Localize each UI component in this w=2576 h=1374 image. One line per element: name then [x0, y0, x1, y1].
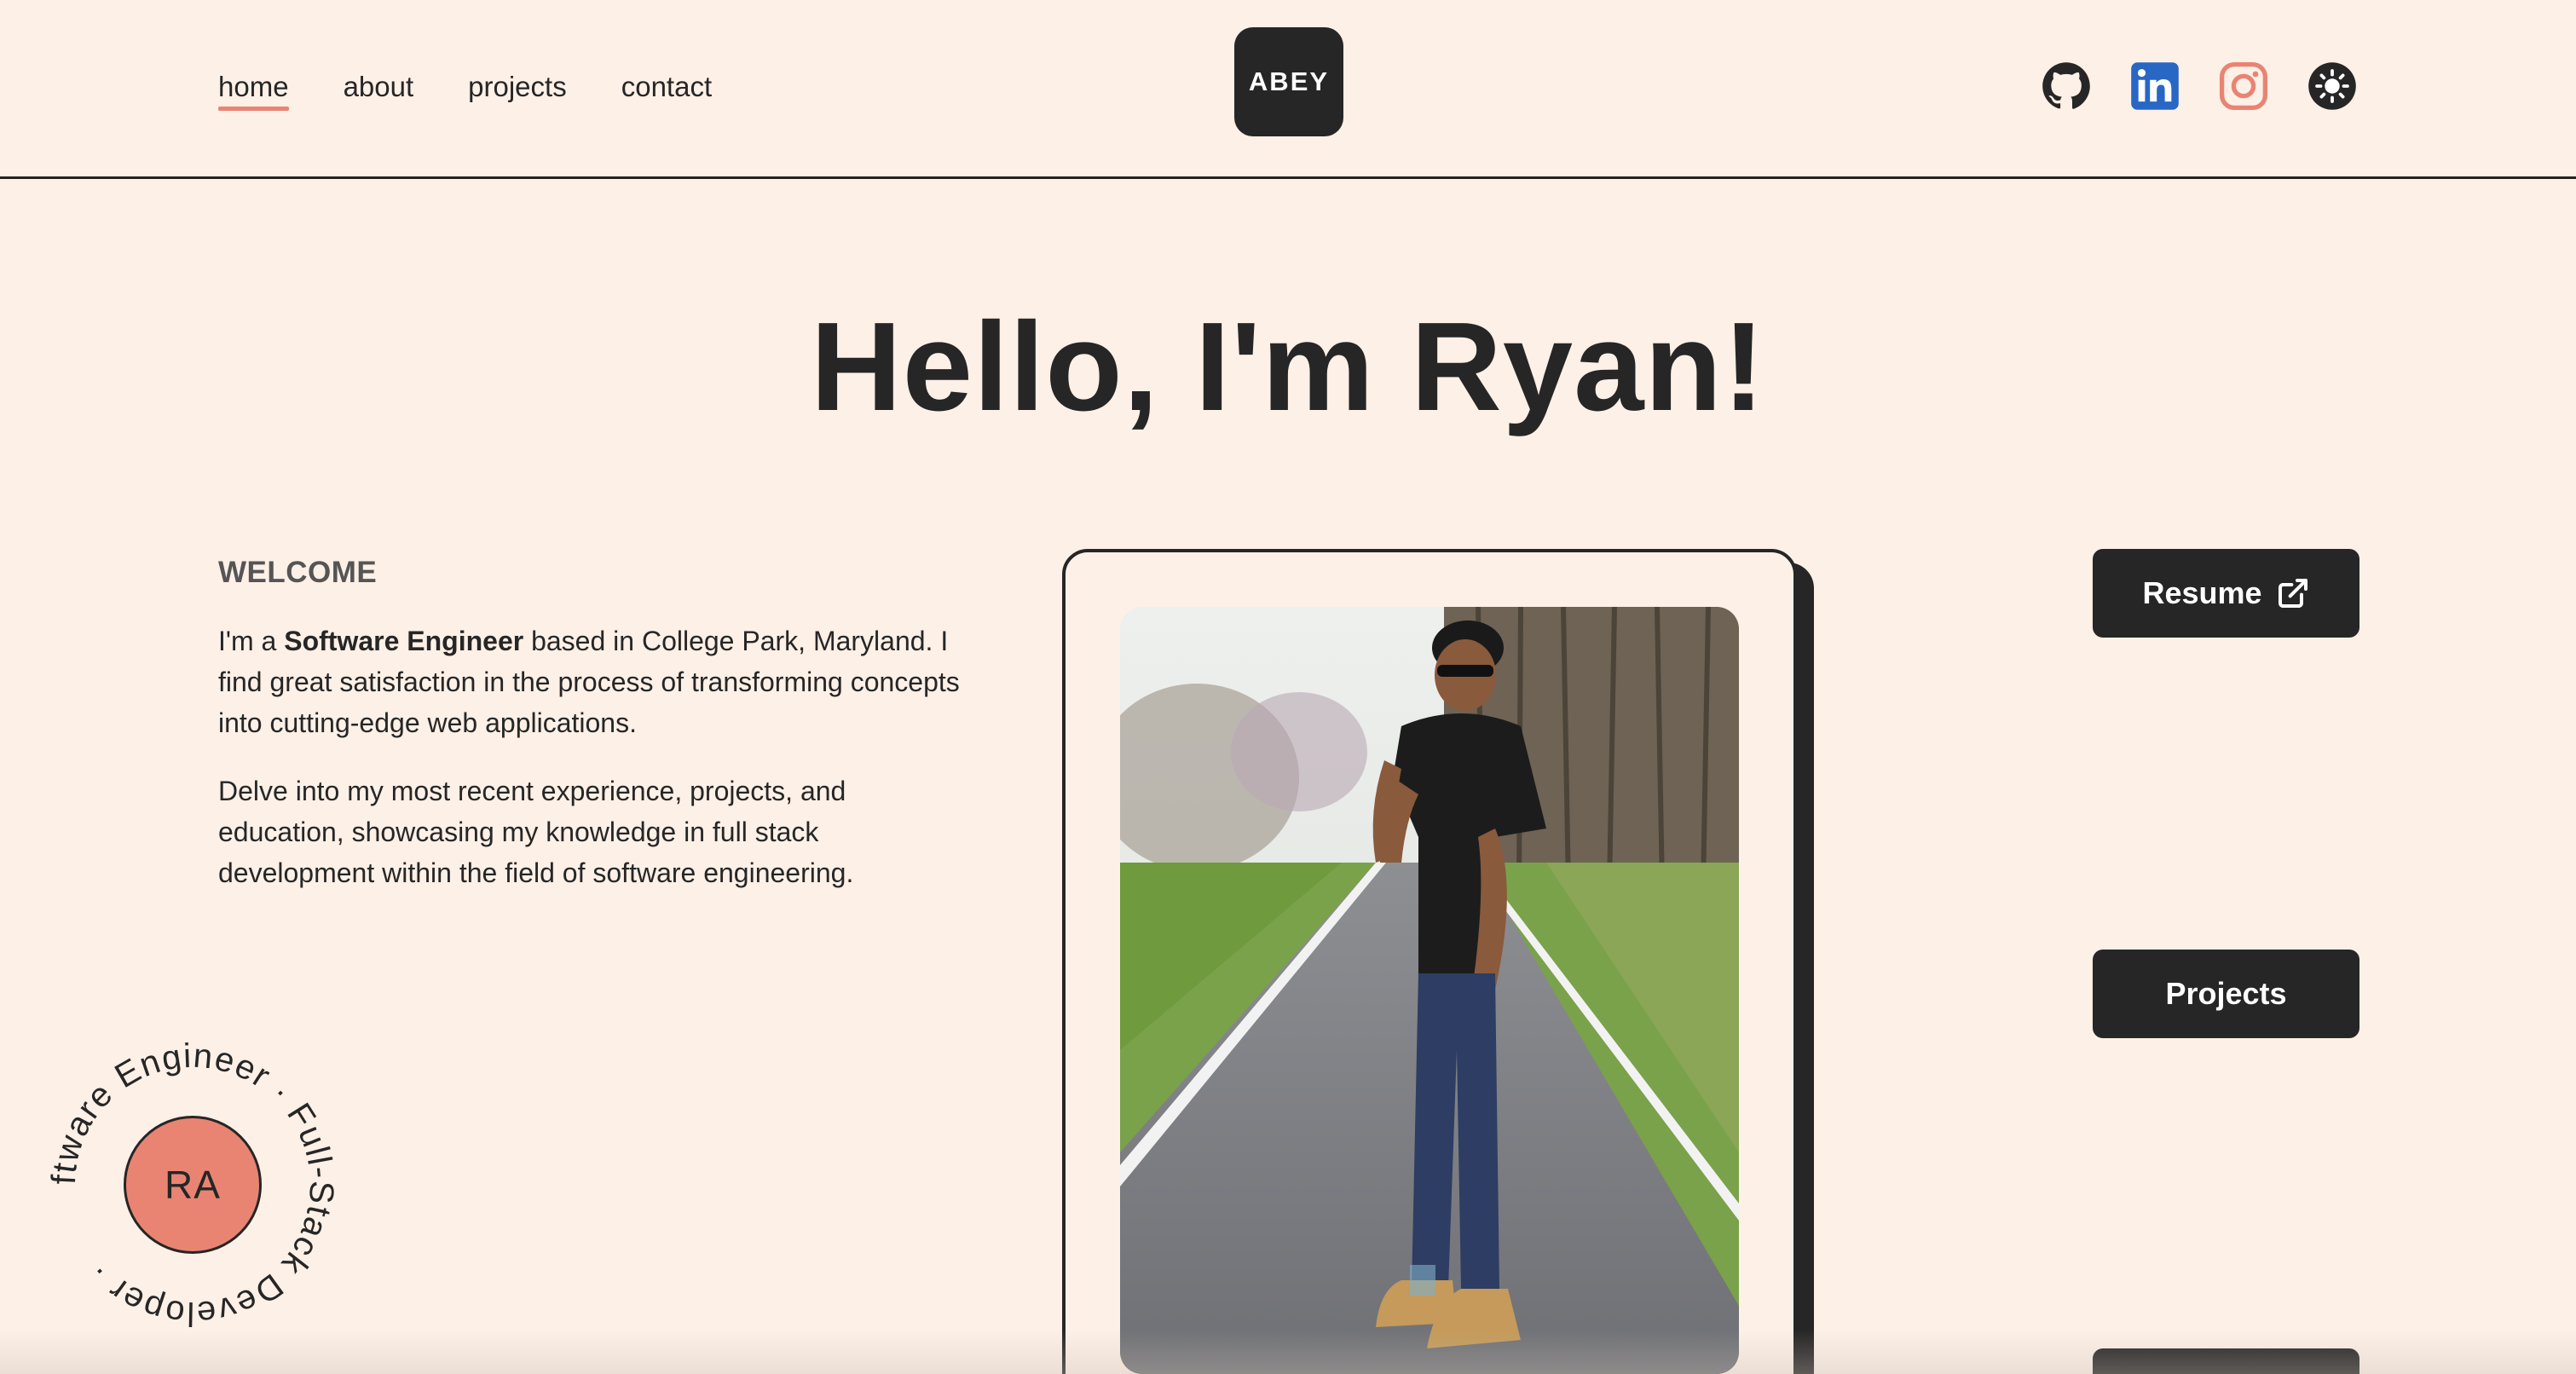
nav-link-home[interactable]: home — [218, 66, 289, 111]
linkedin-link[interactable] — [2130, 61, 2180, 111]
nav-link-contact[interactable]: contact — [621, 66, 712, 107]
navbar: home about projects contact ABEY — [0, 0, 2576, 179]
github-link[interactable] — [2042, 61, 2091, 111]
github-icon — [2042, 62, 2090, 109]
theme-toggle-sun-icon — [2308, 62, 2356, 110]
nav-link-about[interactable]: about — [344, 66, 414, 107]
welcome-heading: WELCOME — [218, 556, 378, 589]
linkedin-icon — [2131, 62, 2179, 110]
profile-photo — [1120, 607, 1739, 1374]
nav-link-projects[interactable]: projects — [468, 66, 567, 107]
instagram-link[interactable] — [2219, 61, 2268, 111]
intro-section: WELCOME I'm a Software Engineer based in… — [218, 552, 968, 893]
third-side-button[interactable] — [2093, 1348, 2359, 1374]
social-links — [2042, 61, 2357, 111]
badge-initials: RA — [124, 1116, 262, 1254]
theme-toggle-button[interactable] — [2307, 61, 2357, 111]
intro-p1-prefix: I'm a — [218, 626, 285, 656]
nav-links: home about projects contact — [218, 66, 712, 111]
resume-button-label: Resume — [2142, 575, 2262, 610]
intro-p1-role: Software Engineer — [284, 626, 524, 656]
external-link-icon — [2278, 579, 2307, 608]
page: home about projects contact ABEY Hello, … — [0, 0, 2576, 1374]
projects-button[interactable]: Projects — [2093, 950, 2359, 1038]
hero-title: Hello, I'm Ryan! — [810, 297, 1766, 437]
profile-photo-illustration — [1120, 607, 1739, 1374]
resume-button[interactable]: Resume — [2093, 549, 2359, 638]
intro-paragraph-2: Delve into my most recent experience, pr… — [218, 776, 854, 888]
rotating-badge: Software Engineer · Full-Stack Developer… — [48, 1040, 338, 1330]
intro-paragraph-1: I'm a Software Engineer based in College… — [218, 621, 968, 743]
instagram-icon — [2219, 61, 2268, 111]
site-logo[interactable]: ABEY — [1234, 27, 1343, 136]
projects-button-label: Projects — [2165, 976, 2287, 1011]
